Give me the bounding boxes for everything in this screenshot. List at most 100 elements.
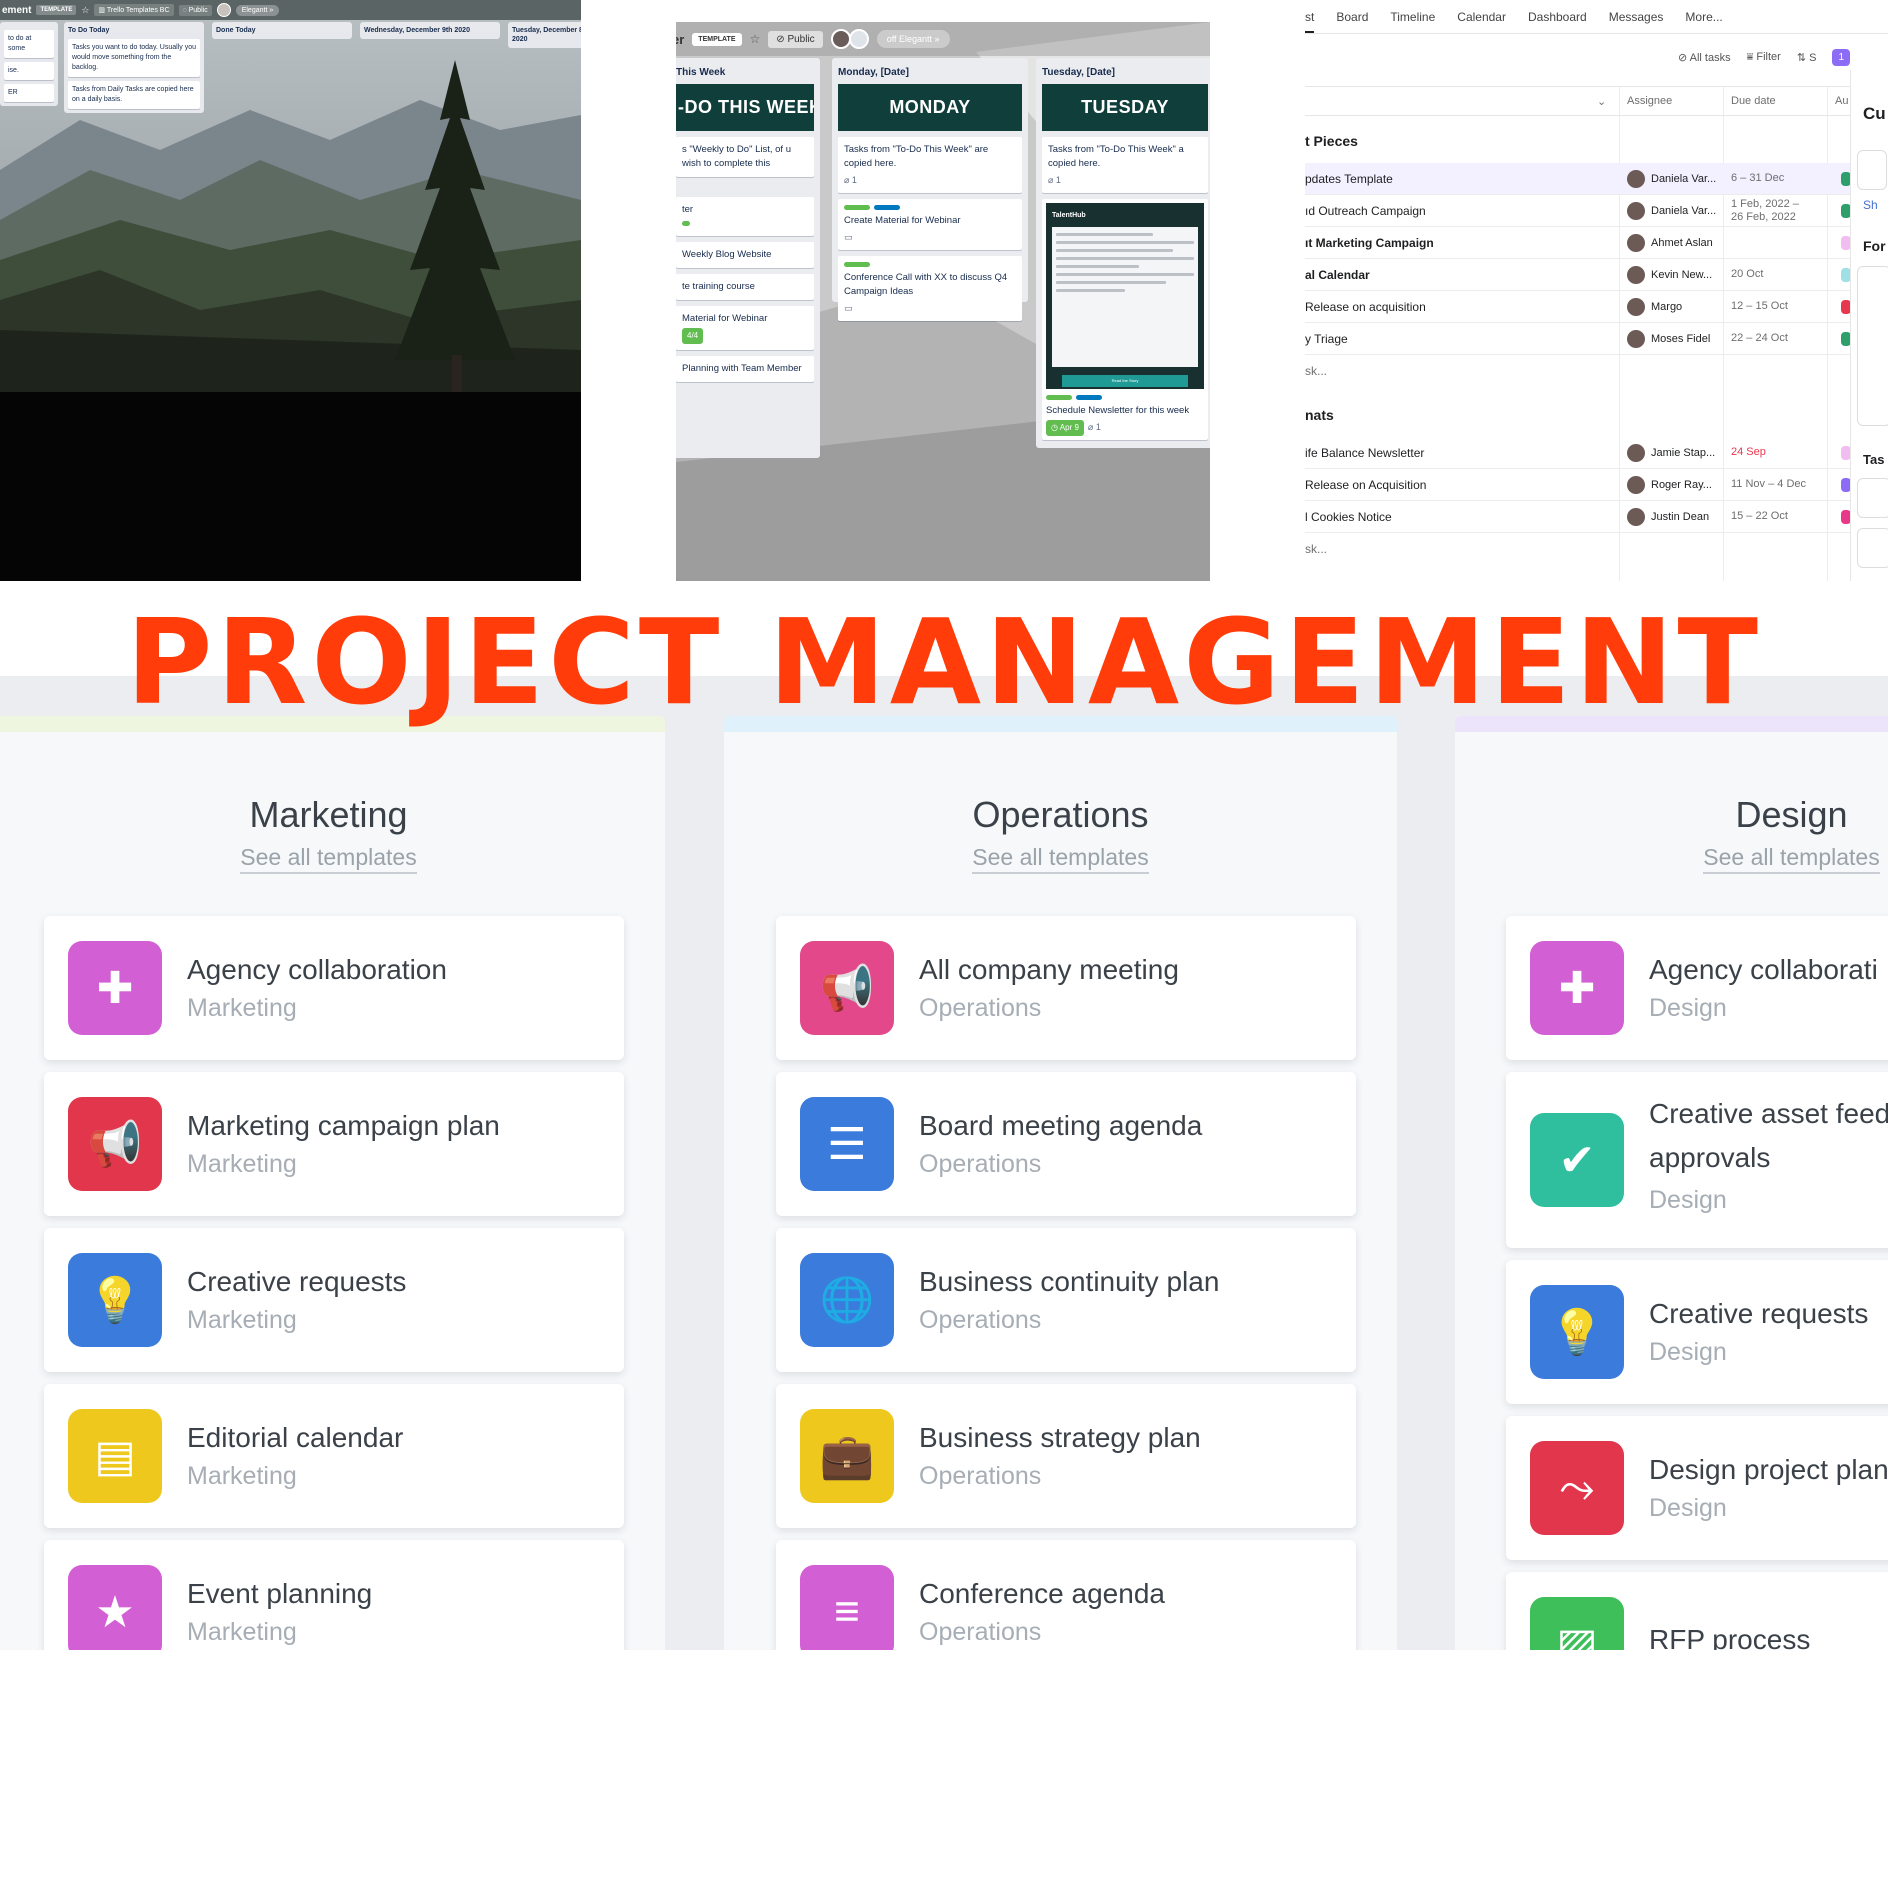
avatar[interactable] bbox=[848, 29, 869, 49]
rule-box[interactable] bbox=[1857, 528, 1888, 568]
assignee[interactable]: Jamie Stap... bbox=[1627, 444, 1715, 462]
template-card[interactable]: ★ Event planning Marketing bbox=[44, 1540, 624, 1650]
list-card[interactable]: ER bbox=[4, 84, 54, 102]
task-name[interactable]: Release on acquisition bbox=[1305, 300, 1426, 314]
tab-list[interactable]: st bbox=[1305, 10, 1315, 33]
list-card[interactable]: Tasks you want to do today. Usually you … bbox=[68, 39, 200, 77]
column-header-extra[interactable]: Au bbox=[1835, 95, 1848, 107]
task-name[interactable]: ıt Marketing Campaign bbox=[1305, 236, 1434, 250]
see-all-templates-link[interactable]: See all templates bbox=[0, 844, 665, 874]
assignee[interactable]: Daniela Var... bbox=[1627, 170, 1716, 188]
assignee[interactable]: Kevin New... bbox=[1627, 266, 1712, 284]
visibility-button[interactable]: ◌ Public bbox=[178, 4, 212, 16]
section-title[interactable]: t Pieces bbox=[1305, 133, 1358, 149]
template-card[interactable]: ▤ Editorial calendar Marketing bbox=[44, 1384, 624, 1528]
template-card[interactable]: 📢 All company meeting Operations bbox=[776, 916, 1356, 1060]
column-header-assignee[interactable]: Assignee bbox=[1627, 95, 1672, 107]
template-card[interactable]: ▨ RFP process bbox=[1506, 1572, 1888, 1650]
list-card[interactable]: Tasks from "To-Do This Week" are copied … bbox=[838, 137, 1022, 193]
assignee[interactable]: Roger Ray... bbox=[1627, 476, 1712, 494]
template-card[interactable]: ✚ Agency collaborati Design bbox=[1506, 916, 1888, 1060]
table-row[interactable]: Release on Acquisition Roger Ray... 11 Nov… bbox=[1305, 469, 1851, 501]
table-row[interactable]: ıd Outreach Campaign Daniela Var... 1 Feb,… bbox=[1305, 195, 1851, 227]
drag-handle-icon[interactable] bbox=[1857, 150, 1887, 190]
list-card[interactable]: Weekly Blog Website bbox=[676, 242, 814, 268]
table-row[interactable]: al Calendar Kevin New... 20 Oct bbox=[1305, 259, 1851, 291]
filter-count-badge[interactable]: 1 bbox=[1832, 48, 1850, 66]
list-card[interactable]: Tasks from Daily Tasks are copied here o… bbox=[68, 81, 200, 109]
all-tasks-button[interactable]: ⊘ All tasks bbox=[1678, 51, 1731, 64]
list-card[interactable]: Tasks from "To-Do This Week" a copied he… bbox=[1042, 137, 1208, 193]
column-header-due-date[interactable]: Due date bbox=[1731, 95, 1776, 107]
table-row[interactable]: l Cookies Notice Justin Dean 15 – 22 Oct bbox=[1305, 501, 1851, 533]
template-card[interactable]: 🌐 Business continuity plan Operations bbox=[776, 1228, 1356, 1372]
list-card[interactable]: Planning with Team Member bbox=[676, 356, 814, 382]
see-all-templates-link[interactable]: See all templates bbox=[1455, 844, 1888, 874]
template-card[interactable]: 💡 Creative requests Design bbox=[1506, 1260, 1888, 1404]
list-title[interactable]: Done Today bbox=[216, 26, 348, 35]
rule-box[interactable] bbox=[1857, 478, 1888, 518]
task-name[interactable]: Release on Acquisition bbox=[1305, 478, 1426, 492]
due-date[interactable]: 15 – 22 Oct bbox=[1731, 510, 1788, 523]
tab-timeline[interactable]: Timeline bbox=[1390, 10, 1435, 24]
template-card[interactable]: ✚ Agency collaboration Marketing bbox=[44, 916, 624, 1060]
template-card[interactable]: ≡ Conference agenda Operations bbox=[776, 1540, 1356, 1650]
tab-more[interactable]: More... bbox=[1685, 10, 1722, 24]
list-card[interactable]: TalentHub Read the Story Schedule Newsle… bbox=[1042, 199, 1208, 440]
due-date[interactable]: 11 Nov – 4 Dec bbox=[1731, 478, 1806, 491]
assignee[interactable]: Moses Fidel bbox=[1627, 330, 1710, 348]
task-name[interactable]: y Triage bbox=[1305, 332, 1348, 346]
assignee[interactable]: Daniela Var... bbox=[1627, 202, 1716, 220]
workspace-button[interactable]: ▥ Trello Templates BC bbox=[94, 4, 174, 16]
board-title[interactable]: er bbox=[676, 32, 684, 47]
task-name[interactable]: pdates Template bbox=[1305, 172, 1393, 186]
list-card[interactable]: Material for Webinar 4/4 bbox=[676, 306, 814, 350]
assignee[interactable]: Ahmet Aslan bbox=[1627, 234, 1713, 252]
section-title[interactable]: nats bbox=[1305, 407, 1334, 423]
list-card[interactable]: Conference Call with XX to discuss Q4 Ca… bbox=[838, 256, 1022, 321]
table-row[interactable]: y Triage Moses Fidel 22 – 24 Oct bbox=[1305, 323, 1851, 355]
template-card[interactable]: 💼 Business strategy plan Operations bbox=[776, 1384, 1356, 1528]
task-name[interactable]: al Calendar bbox=[1305, 268, 1370, 282]
template-card[interactable]: 💡 Creative requests Marketing bbox=[44, 1228, 624, 1372]
due-date[interactable]: 20 Oct bbox=[1731, 268, 1763, 281]
assignee[interactable]: Margo bbox=[1627, 298, 1682, 316]
due-date[interactable]: 12 – 15 Oct bbox=[1731, 300, 1788, 313]
table-row[interactable]: Release on acquisition Margo 12 – 15 Oct bbox=[1305, 291, 1851, 323]
filter-button[interactable]: ⩸ Filter bbox=[1747, 51, 1781, 64]
template-card[interactable]: ☰ Board meeting agenda Operations bbox=[776, 1072, 1356, 1216]
list-card[interactable]: te training course bbox=[676, 274, 814, 300]
template-card[interactable]: ✔ Creative asset feed approvals Design bbox=[1506, 1072, 1888, 1248]
list-title[interactable]: This Week bbox=[676, 64, 814, 84]
see-all-templates-link[interactable]: See all templates bbox=[724, 844, 1397, 874]
list-card[interactable]: ise. bbox=[4, 62, 54, 80]
template-card[interactable]: ⤳ Design project plan Design bbox=[1506, 1416, 1888, 1560]
fields-box[interactable] bbox=[1857, 266, 1888, 426]
task-name[interactable]: ıd Outreach Campaign bbox=[1305, 204, 1426, 218]
visibility-button[interactable]: ⊘ Public bbox=[768, 30, 823, 48]
list-card[interactable]: Create Material for Webinar ▭ bbox=[838, 199, 1022, 250]
list-title[interactable]: To Do Today bbox=[68, 26, 200, 35]
star-icon[interactable]: ☆ bbox=[81, 5, 89, 16]
sort-button[interactable]: ⇅ S bbox=[1797, 51, 1817, 64]
due-date[interactable]: 22 – 24 Oct bbox=[1731, 332, 1788, 345]
due-date[interactable]: 24 Sep bbox=[1731, 446, 1766, 459]
add-task-link[interactable]: sk... bbox=[1305, 542, 1327, 556]
avatar[interactable] bbox=[216, 3, 231, 17]
tab-calendar[interactable]: Calendar bbox=[1457, 10, 1506, 24]
tab-board[interactable]: Board bbox=[1336, 10, 1368, 24]
table-row[interactable]: pdates Template Daniela Var... 6 – 31 Dec bbox=[1305, 163, 1851, 195]
list-card[interactable]: to do at some bbox=[4, 30, 54, 58]
list-card[interactable]: s "Weekly to Do" List, of u wish to comp… bbox=[676, 137, 814, 177]
table-row[interactable]: ıt Marketing Campaign Ahmet Aslan bbox=[1305, 227, 1851, 259]
tab-dashboard[interactable]: Dashboard bbox=[1528, 10, 1587, 24]
list-title[interactable]: Tuesday, December 8th 2020 bbox=[512, 26, 581, 44]
table-row[interactable]: ife Balance Newsletter Jamie Stap... 24 Se… bbox=[1305, 437, 1851, 469]
task-name[interactable]: ife Balance Newsletter bbox=[1305, 446, 1424, 460]
task-name[interactable]: l Cookies Notice bbox=[1305, 510, 1392, 524]
elegantt-toggle[interactable]: off Elegantt » bbox=[876, 30, 950, 48]
due-date[interactable]: 6 – 31 Dec bbox=[1731, 172, 1784, 185]
avatar[interactable] bbox=[830, 29, 851, 49]
assignee[interactable]: Justin Dean bbox=[1627, 508, 1709, 526]
list-title[interactable]: Monday, [Date] bbox=[838, 64, 1022, 84]
